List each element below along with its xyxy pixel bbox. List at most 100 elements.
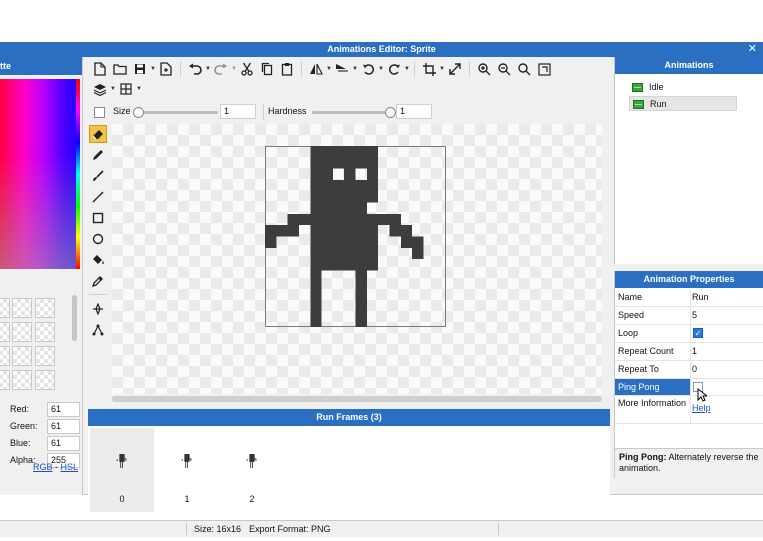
sprite-pixel — [310, 247, 322, 260]
palette-swatch[interactable] — [35, 370, 55, 390]
sprite-pixel — [366, 191, 379, 203]
palette-swatch[interactable] — [12, 322, 32, 342]
sprite-pixel — [389, 225, 401, 237]
hardness-value-input[interactable]: 1 — [396, 104, 432, 119]
rotate-right-dropdown-caret[interactable]: ▼ — [404, 66, 410, 72]
palette-swatch[interactable] — [0, 298, 10, 318]
rotate-right-icon[interactable] — [384, 60, 404, 78]
help-link[interactable]: Help — [692, 403, 711, 413]
hardness-slider-track[interactable] — [312, 111, 392, 114]
zoom-fit-icon[interactable] — [514, 60, 534, 78]
title-bar: Animations Editor: Sprite ✕ — [0, 42, 763, 57]
sprite-pixel — [332, 191, 345, 203]
brush-tool-icon[interactable] — [89, 167, 107, 185]
frame-thumbnail[interactable]: 2 — [220, 428, 284, 512]
grid-dropdown-caret[interactable]: ▼ — [136, 86, 142, 92]
blue-label: Blue: — [10, 438, 31, 448]
line-tool-icon[interactable] — [89, 188, 107, 206]
paste-icon[interactable] — [277, 60, 297, 78]
canvas-scroll-thumb[interactable] — [112, 396, 602, 402]
new-file-icon[interactable] — [90, 60, 110, 78]
sprite-pixel — [287, 225, 299, 237]
zoom-in-icon[interactable] — [474, 60, 494, 78]
color-spectrum[interactable] — [0, 79, 80, 269]
bone-tool-icon[interactable] — [89, 321, 107, 339]
green-input[interactable]: 61 — [47, 419, 80, 434]
prop-speed-value[interactable]: 5 — [692, 310, 697, 320]
sprite-pixel — [310, 236, 322, 248]
cut-icon[interactable] — [237, 60, 257, 78]
palette-swatch[interactable] — [0, 370, 10, 390]
palette-swatch[interactable] — [0, 346, 10, 366]
tool-separator — [89, 294, 107, 295]
properties-header: Animation Properties — [615, 271, 763, 288]
copy-icon[interactable] — [257, 60, 277, 78]
eraser-tool-icon[interactable] — [89, 125, 107, 143]
resize-icon[interactable] — [445, 60, 465, 78]
eyedropper-tool-icon[interactable] — [89, 272, 107, 290]
hardness-slider-knob[interactable] — [385, 107, 396, 118]
loop-checkbox[interactable]: ✓ — [693, 328, 703, 338]
prop-separator — [690, 361, 691, 378]
hardness-label: Hardness — [268, 106, 307, 116]
red-row: Red: 61 — [10, 402, 82, 417]
blue-input[interactable]: 61 — [47, 436, 80, 451]
layers-icon[interactable] — [90, 80, 110, 98]
sprite-pixel — [355, 236, 367, 248]
redo-dropdown-caret[interactable]: ▼ — [231, 66, 237, 72]
sprite-pixel — [366, 168, 379, 180]
canvas-horizontal-scrollbar[interactable] — [112, 396, 602, 402]
flip-vertical-icon[interactable] — [332, 60, 352, 78]
sprite-pixel — [332, 259, 345, 271]
size-label: Size — [113, 106, 131, 116]
prop-repeat-count-value[interactable]: 1 — [692, 346, 697, 356]
rgb-mode-link[interactable]: RGB — [33, 462, 53, 472]
frame-thumbnail[interactable]: 0 — [90, 428, 154, 512]
ellipse-tool-icon[interactable] — [89, 230, 107, 248]
move-point-tool-icon[interactable] — [89, 300, 107, 318]
size-slider-track[interactable] — [134, 111, 218, 114]
palette-swatch[interactable] — [12, 298, 32, 318]
frame-number: 2 — [249, 494, 255, 504]
grid-icon[interactable] — [116, 80, 136, 98]
palette-swatch[interactable] — [12, 346, 32, 366]
animation-item-run[interactable]: Run — [629, 96, 737, 111]
size-slider-knob[interactable] — [133, 107, 144, 118]
palette-swatch[interactable] — [12, 370, 32, 390]
swatch-scrollbar[interactable] — [72, 295, 77, 341]
prop-separator — [690, 289, 691, 306]
rectangle-tool-icon[interactable] — [89, 209, 107, 227]
sprite-pixel — [332, 213, 345, 226]
animation-item-idle[interactable]: Idle — [629, 80, 737, 95]
fill-bucket-tool-icon[interactable] — [89, 251, 107, 269]
hsl-mode-link[interactable]: HSL — [61, 462, 79, 472]
zoom-out-icon[interactable] — [494, 60, 514, 78]
palette-swatch[interactable] — [35, 298, 55, 318]
toolbar-separator — [180, 61, 181, 77]
prop-row-speed: Speed 5 — [615, 307, 763, 325]
zoom-actual-icon[interactable] — [534, 60, 554, 78]
crop-icon[interactable] — [419, 60, 439, 78]
redo-icon[interactable] — [211, 60, 231, 78]
rotate-left-icon[interactable] — [358, 60, 378, 78]
toolbar-row-2: ▼ ▼ — [90, 79, 142, 99]
palette-swatch[interactable] — [0, 322, 10, 342]
sprite-pixel — [321, 157, 333, 169]
frame-thumbnail[interactable]: 1 — [155, 428, 219, 512]
red-input[interactable]: 61 — [47, 402, 80, 417]
undo-icon[interactable] — [185, 60, 205, 78]
pencil-tool-icon[interactable] — [89, 146, 107, 164]
sprite-pixel — [355, 191, 367, 203]
open-folder-icon[interactable] — [110, 60, 130, 78]
close-icon[interactable]: ✕ — [748, 42, 757, 57]
palette-swatch[interactable] — [35, 346, 55, 366]
flip-horizontal-icon[interactable] — [306, 60, 326, 78]
brush-option-checkbox[interactable] — [94, 107, 105, 118]
prop-name-value[interactable]: Run — [692, 292, 709, 302]
size-value-input[interactable]: 1 — [220, 104, 256, 119]
prop-repeat-to-value[interactable]: 0 — [692, 364, 697, 374]
export-icon[interactable] — [156, 60, 176, 78]
save-icon[interactable] — [130, 60, 150, 78]
palette-swatch[interactable] — [35, 322, 55, 342]
frame-number: 1 — [184, 494, 190, 504]
